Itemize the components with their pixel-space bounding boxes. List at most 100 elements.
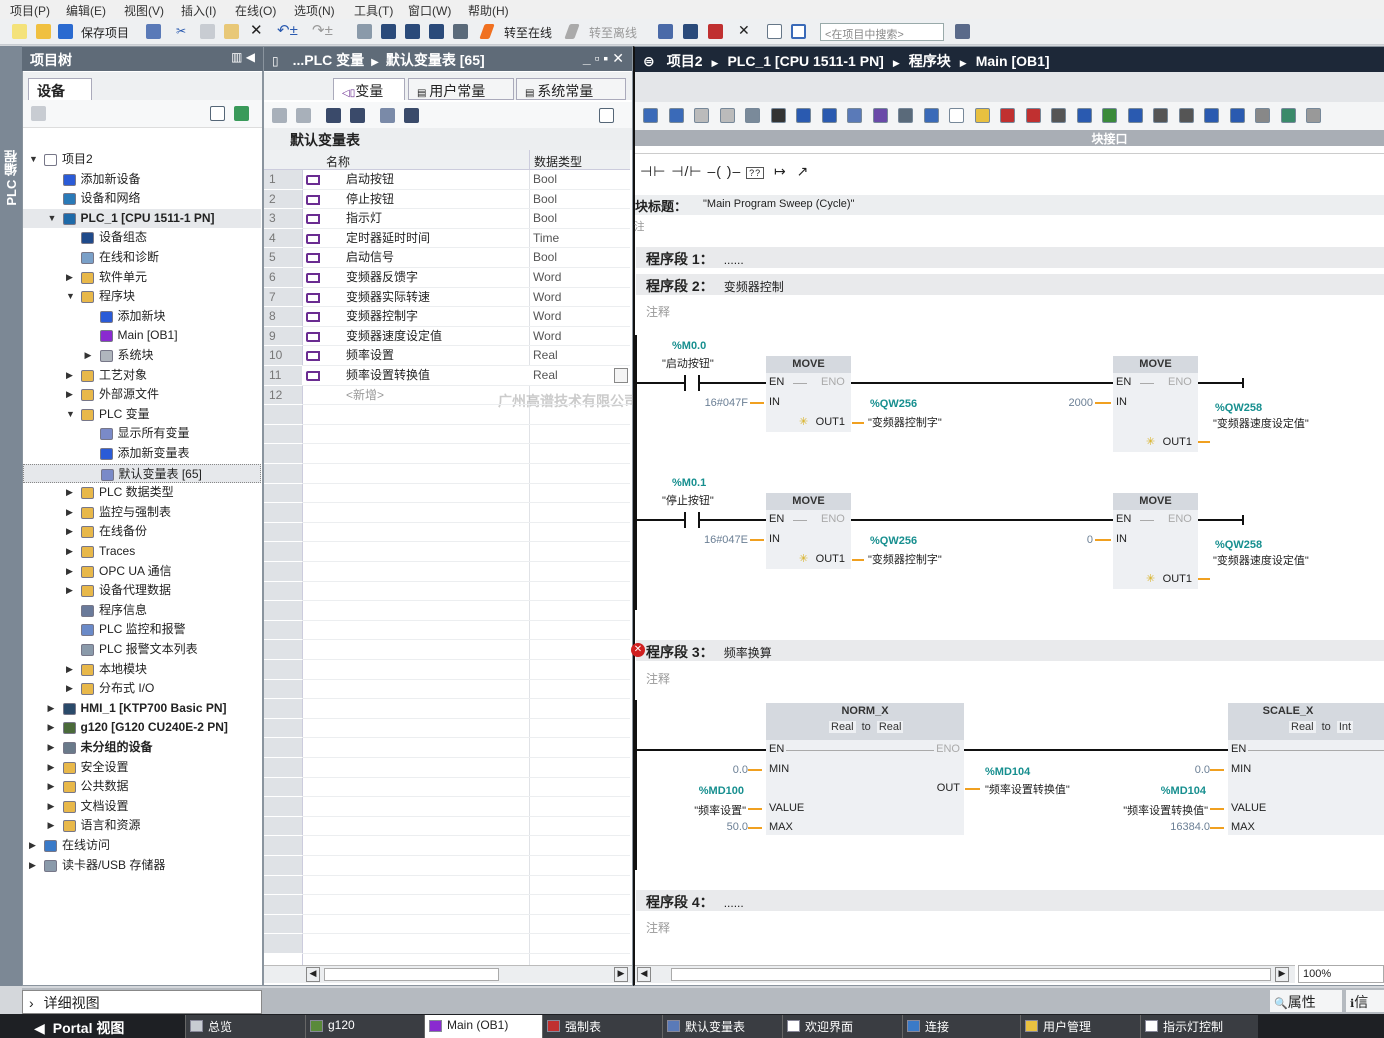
tree-item[interactable]: ▶ 在线备份 — [23, 522, 261, 542]
tag-row[interactable] — [264, 601, 630, 621]
tab-system-constants[interactable]: ▤ 系统常量 — [516, 78, 626, 100]
chevron-right-icon[interactable]: ▶ — [85, 346, 95, 365]
menu-8[interactable]: 帮助(H) — [468, 2, 509, 19]
pin-icon[interactable]: ▯ — [272, 54, 279, 68]
norm-x-block[interactable]: NORM_X Real to Real EN ENO OUT MIN VALUE MAX — [766, 703, 964, 835]
tag-name[interactable]: 停止按钮 — [346, 190, 394, 209]
type-to[interactable]: Real — [876, 721, 904, 733]
symbol-information-icon[interactable] — [898, 108, 913, 123]
tree-refresh-icon[interactable] — [234, 106, 249, 121]
in-value[interactable]: 0 — [1087, 534, 1093, 546]
info-tab[interactable]: ℹ信 — [1346, 990, 1384, 1012]
tag-row[interactable] — [264, 562, 630, 582]
portal-view-button[interactable]: ◀ Portal 视图 — [34, 1018, 124, 1038]
tab-user-constants[interactable]: ▤ 用户常量 — [408, 78, 514, 100]
out-name[interactable]: "变频器控制字" — [868, 414, 942, 430]
contact-name[interactable]: "启动按钮" — [662, 355, 714, 371]
open-branch-icon[interactable]: ↦ — [774, 163, 787, 179]
out-name[interactable]: "变频器速度设定值" — [1213, 554, 1309, 569]
max-value[interactable]: 50.0 — [727, 821, 748, 833]
chevron-right-icon[interactable]: ▶ — [66, 581, 76, 600]
window-controls[interactable]: _ ▫ ▪ ✕ — [583, 50, 624, 67]
scroll-left-icon[interactable]: ◀ — [637, 967, 651, 982]
taskbar-item[interactable]: 默认变量表 — [662, 1015, 782, 1038]
tree-item[interactable]: ▶ 公共数据 — [23, 777, 261, 797]
menu-1[interactable]: 编辑(E) — [66, 2, 106, 19]
tree-item[interactable]: ▶ 设备代理数据 — [23, 581, 261, 601]
start-cpu-icon[interactable] — [683, 24, 698, 39]
tag-name[interactable]: 启动信号 — [346, 248, 394, 267]
tree-item[interactable]: 默认变量表 [65] — [23, 463, 261, 484]
show-all-networks-icon[interactable] — [770, 108, 786, 123]
out-address[interactable]: %MD104 — [985, 766, 1030, 778]
menu-5[interactable]: 选项(N) — [294, 2, 335, 19]
tag-row[interactable] — [264, 758, 630, 778]
simulation-icon[interactable] — [429, 24, 444, 39]
menu-2[interactable]: 视图(V) — [124, 2, 164, 19]
tag-row[interactable] — [264, 856, 630, 876]
chevron-right-icon[interactable]: ▶ — [48, 816, 58, 835]
cross-reference-icon[interactable]: ✕ — [738, 22, 750, 39]
chevron-down-icon[interactable]: ▼ — [66, 287, 76, 306]
taskbar-item[interactable]: 欢迎界面 — [782, 1015, 902, 1038]
contact-address[interactable]: %M0.1 — [672, 477, 706, 489]
copy-icon[interactable] — [200, 24, 215, 39]
block-interface-bar[interactable]: 块接口 — [635, 130, 1384, 146]
editor-scrollbar[interactable]: ◀ ▶ — [635, 965, 1295, 983]
compare-block-icon[interactable] — [1051, 108, 1066, 123]
tag-row[interactable]: 4 定时器延时时间 Time — [264, 228, 630, 249]
properties-tab[interactable]: 🔍属性 — [1270, 990, 1342, 1012]
chevron-right-icon[interactable]: ▶ — [66, 483, 76, 502]
in-value[interactable]: 16#047F — [705, 397, 748, 409]
tag-name[interactable]: 启动按钮 — [346, 170, 394, 189]
close-all-networks-icon[interactable] — [796, 108, 811, 123]
tree-item[interactable]: ▶ 外部源文件 — [23, 385, 261, 405]
out-name[interactable]: "变频器速度设定值" — [1213, 417, 1309, 432]
breadcrumb-default-table[interactable]: 默认变量表 [65] — [386, 52, 485, 68]
tag-row[interactable]: 10 频率设置 Real — [264, 346, 630, 366]
chevron-down-icon[interactable]: ▼ — [29, 150, 39, 169]
tree-item[interactable]: ▼ PLC 变量 — [23, 405, 261, 425]
tag-data-type[interactable]: Real — [533, 366, 558, 385]
out-address[interactable]: %QW258 — [1215, 402, 1262, 414]
tag-data-type[interactable]: Time — [533, 229, 559, 248]
tag-row[interactable] — [264, 464, 630, 484]
chevron-right-icon[interactable]: ▶ — [29, 836, 39, 855]
contact-name[interactable]: "停止按钮" — [662, 492, 714, 508]
outline-next-icon[interactable] — [1204, 108, 1219, 123]
tree-item[interactable]: ▶ 工艺对象 — [23, 366, 261, 386]
menu-3[interactable]: 插入(I) — [181, 2, 216, 19]
tree-item[interactable]: ▶ 语言和资源 — [23, 816, 261, 836]
collapse-panel-icon[interactable]: ▥ ◀ — [231, 50, 255, 64]
network-comment[interactable]: 注释 — [646, 919, 670, 936]
import-icon[interactable] — [350, 108, 365, 123]
filter-icon[interactable] — [404, 108, 419, 123]
tree-item[interactable]: ▶ 读卡器/USB 存储器 — [23, 856, 261, 876]
tag-row[interactable]: 9 变频器速度设定值 Word — [264, 326, 630, 347]
network-4-header[interactable]: 程序段 4：...... — [636, 890, 1384, 911]
network-title[interactable]: ...... — [724, 896, 744, 910]
chevron-right-icon[interactable]: ▶ — [48, 797, 58, 816]
scroll-right-icon[interactable]: ▶ — [1275, 967, 1289, 982]
breadcrumb-plc[interactable]: PLC_1 [CPU 1511-1 PN] — [727, 53, 883, 69]
network-comments-icon[interactable] — [847, 108, 862, 123]
tag-name[interactable]: 变频器速度设定值 — [346, 327, 442, 346]
tag-row[interactable]: 2 停止按钮 Bool — [264, 189, 630, 210]
table-settings-icon[interactable] — [599, 108, 614, 123]
tree-item[interactable]: ▶ g120 [G120 CU240E-2 PN] — [23, 718, 261, 738]
tree-item[interactable]: 设备组态 — [23, 228, 261, 248]
jump-next-icon[interactable] — [1255, 108, 1270, 123]
insert-network-icon[interactable] — [643, 108, 658, 123]
export-icon[interactable] — [326, 108, 341, 123]
zoom-level-select[interactable]: 100% — [1298, 965, 1384, 983]
compile-icon[interactable] — [357, 24, 372, 39]
tag-row[interactable] — [264, 679, 630, 700]
paste-icon[interactable] — [224, 24, 239, 39]
tree-item[interactable]: ▼ PLC_1 [CPU 1511-1 PN] — [23, 208, 261, 229]
go-online-button[interactable]: 转至在线 — [504, 24, 552, 41]
tag-row[interactable] — [264, 718, 630, 739]
show-favorites-icon[interactable] — [949, 108, 964, 123]
move-block[interactable]: MOVE EN ENO IN OUT1 ✳ — [766, 356, 851, 432]
menu-7[interactable]: 窗口(W) — [408, 2, 451, 19]
tree-item[interactable]: 设备和网络 — [23, 189, 261, 209]
